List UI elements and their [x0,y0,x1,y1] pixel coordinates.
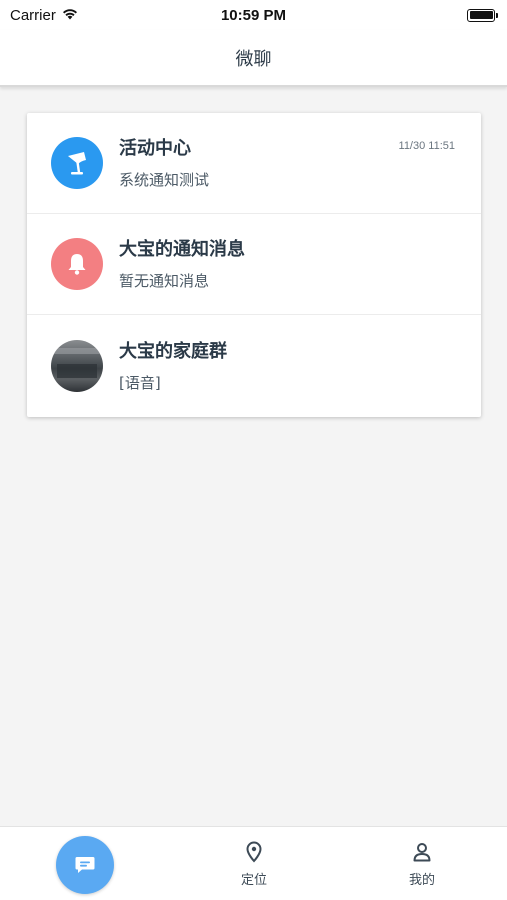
conversation-list: 活动中心 系统通知测试 11/30 11:51 大宝的通知消息 暂无通知消息 大… [27,113,481,417]
status-bar: Carrier 10:59 PM [0,0,507,30]
lamp-icon [51,137,103,189]
tab-label: 定位 [240,873,267,888]
conversation-item-family-group[interactable]: 大宝的家庭群 [语音] [27,315,481,417]
battery-icon [467,8,498,22]
person-icon [412,841,432,863]
conversation-title: 大宝的通知消息 [119,238,245,260]
tab-bar: 定位 我的 [0,826,507,900]
conversation-preview: [语音] [119,373,161,392]
conversation-text: 大宝的通知消息 暂无通知消息 [119,238,245,291]
conversation-text: 大宝的家庭群 [语音] [119,340,227,393]
tab-profile[interactable]: 我的 [397,827,447,900]
page-title: 微聊 [235,48,272,70]
photo-detail [51,348,103,354]
conversation-preview: 系统通知测试 [119,170,210,189]
bell-icon [51,238,103,290]
group-photo-avatar [51,340,103,392]
conversation-item-activity-center[interactable]: 活动中心 系统通知测试 11/30 11:51 [27,113,481,214]
conversation-item-notifications[interactable]: 大宝的通知消息 暂无通知消息 [27,214,481,315]
status-time: 10:59 PM [220,6,287,24]
tab-chat[interactable] [56,827,114,900]
chat-icon[interactable] [56,836,114,894]
conversation-title: 大宝的家庭群 [119,340,227,362]
location-pin-icon [246,841,262,863]
tab-location[interactable]: 定位 [229,827,279,900]
conversation-timestamp: 11/30 11:51 [398,140,455,152]
conversation-title: 活动中心 [119,137,191,159]
tab-label: 我的 [408,873,435,888]
battery-level [469,11,493,19]
photo-detail [57,364,97,378]
nav-bar: 微聊 [0,30,507,87]
conversation-preview: 暂无通知消息 [119,271,210,290]
conversation-text: 活动中心 系统通知测试 [119,137,209,190]
